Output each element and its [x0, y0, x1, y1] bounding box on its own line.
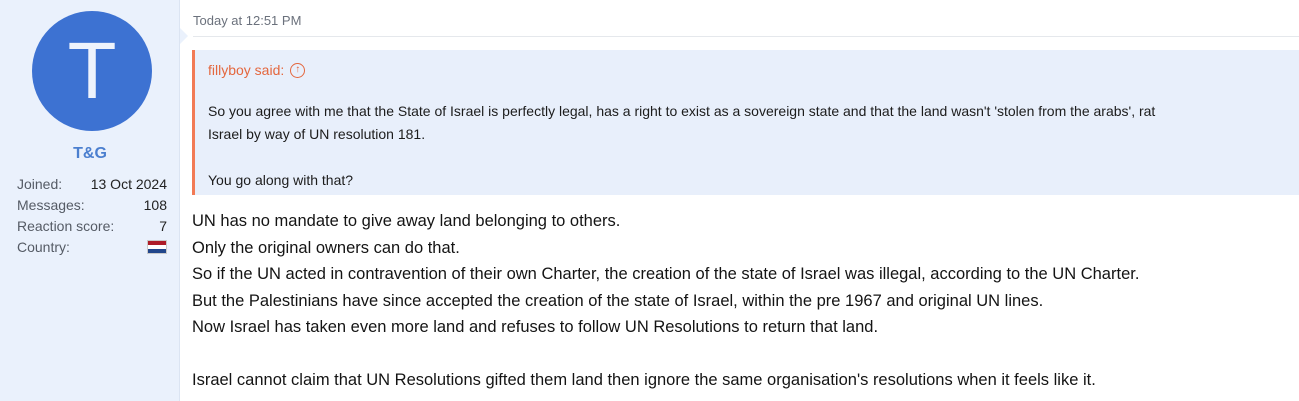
quote-line: Israel by way of UN resolution 181. — [208, 126, 426, 142]
avatar-letter: T — [67, 26, 117, 115]
post-line: Now Israel has taken even more land and … — [192, 318, 879, 336]
user-stats: Joined: 13 Oct 2024 Messages: 108 Reacti… — [17, 173, 167, 257]
stat-value[interactable]: 108 — [144, 197, 167, 213]
header-divider — [193, 36, 1299, 37]
stat-value: 7 — [159, 217, 167, 234]
avatar[interactable]: T — [32, 11, 152, 131]
quote-line: So you agree with me that the State of I… — [208, 103, 1156, 119]
post-line: Only the original owners can do that. — [192, 238, 460, 257]
user-sidebar: T T&G Joined: 13 Oct 2024 Messages: 108 … — [0, 0, 180, 401]
stat-label: Messages: — [17, 196, 85, 213]
post-line: But the Palestinians have since accepted… — [192, 291, 1044, 310]
stat-label: Country: — [17, 238, 70, 255]
stat-reaction-score: Reaction score: 7 — [17, 215, 167, 236]
quote-block: fillyboy said: ↑ So you agree with me th… — [192, 50, 1299, 195]
quote-body: So you agree with me that the State of I… — [208, 100, 1299, 192]
post-main: Today at 12:51 PM fillyboy said: ↑ So yo… — [180, 0, 1299, 401]
stat-messages: Messages: 108 — [17, 194, 167, 215]
stat-value: 13 Oct 2024 — [90, 175, 167, 192]
quote-line — [208, 146, 1299, 169]
stat-label: Joined: — [17, 175, 63, 192]
quote-line: You go along with that? — [208, 172, 354, 188]
stat-country: Country: — [17, 236, 167, 257]
netherlands-flag-icon — [147, 239, 167, 254]
arrow-up-circle-icon[interactable]: ↑ — [290, 62, 306, 78]
post-timestamp[interactable]: Today at 12:51 PM — [193, 13, 301, 28]
username-link[interactable]: T&G — [0, 145, 180, 163]
quote-author: fillyboy said: — [208, 62, 285, 78]
stat-joined: Joined: 13 Oct 2024 — [17, 173, 167, 194]
post-line: UN has no mandate to give away land belo… — [192, 212, 621, 230]
post-line — [192, 341, 1292, 368]
post-body: UN has no mandate to give away land belo… — [192, 208, 1292, 394]
flag-stripe-blue — [148, 248, 166, 253]
stat-label: Reaction score: — [17, 217, 115, 234]
post-line: So if the UN acted in contravention of t… — [192, 265, 1140, 283]
quote-header[interactable]: fillyboy said: ↑ — [208, 62, 306, 78]
post-line: Israel cannot claim that UN Resolutions … — [192, 371, 1096, 389]
